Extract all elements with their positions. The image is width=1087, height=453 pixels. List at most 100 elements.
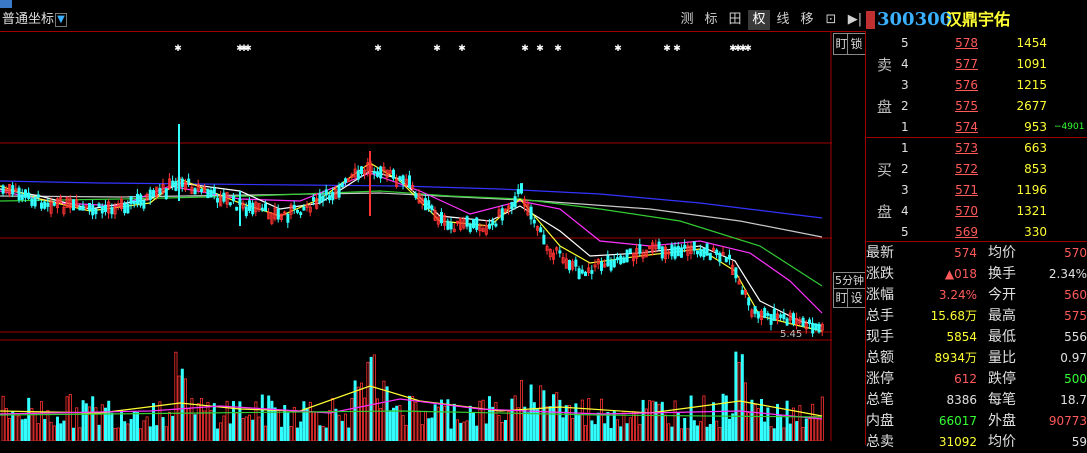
play-button[interactable]: ▶| [844,10,866,30]
candle-body [30,198,34,206]
event-star-icon: ✱ [174,44,182,54]
volume-bar [68,394,72,441]
candle-body [747,297,751,306]
ma-gray-line [0,192,823,238]
volume-bar [776,403,780,441]
candle-body [372,170,376,174]
volume-bar [222,415,226,441]
volume-bar [110,412,114,441]
coordinate-selector[interactable]: 普通坐标 [0,9,54,31]
candle-body [724,257,728,263]
measure-button[interactable]: 测 [676,10,698,30]
candle-body [427,200,431,209]
window-button[interactable]: ⊡ [820,10,842,30]
lock-button[interactable]: 锁 [847,33,866,55]
volume-bar [388,410,392,441]
volume-bar [97,424,101,441]
sell-price: 575 [955,99,978,113]
candle-body [244,206,248,216]
volume-bar [81,400,85,441]
volume-bar [657,403,661,441]
volume-bar [516,407,520,441]
candle-body [209,190,213,198]
volume-bar [580,399,584,441]
event-star-icon: ✱ [554,44,562,54]
candle-body [532,219,536,224]
kline-chart[interactable]: ✱ ✱✱✱ ✱ ✱ ✱ ✱ ✱ ✱ ✱ ✱ ✱ ✱✱✱✱5.45 [0,31,832,441]
candle-body [27,192,31,199]
volume-bar [145,416,149,441]
mark-button[interactable]: 标 [700,10,722,30]
move-button[interactable]: 移 [796,10,818,30]
volume-bar [327,410,331,441]
sell-volume: 1215 [1016,78,1047,92]
grid-button[interactable]: 田 [724,10,746,30]
candle-body [708,252,712,260]
volume-bar [660,401,664,441]
candle-body [164,188,168,200]
volume-bar [14,413,18,441]
volume-bar [311,411,315,441]
candle-body [814,323,818,330]
candle-body [487,223,491,229]
chevron-down-icon[interactable]: ▼ [55,13,67,27]
volume-bar [350,398,354,441]
candle-body [772,308,776,321]
volume-bar [788,423,792,441]
settings-button[interactable]: 设 [847,288,866,308]
candle-body [359,166,363,175]
volume-bar [571,418,575,441]
candle-body [449,222,453,230]
buy-level: 2 [901,162,909,176]
event-star-icon: ✱ [614,44,622,54]
candle-body [577,268,581,280]
buy-price: 572 [955,162,978,176]
candle-body [379,166,383,179]
volume-bar [161,417,165,441]
volume-bar [78,427,82,441]
stat-label: 跌停 [988,371,1016,387]
sell-level: 4 [901,57,909,71]
stat-label: 涨幅 [866,287,894,303]
volume-bar [558,399,562,441]
volume-bar [40,401,44,441]
volume-bar [750,399,754,441]
event-star-icon: ✱ [663,44,671,54]
volume-bar [120,409,124,441]
volume-bar [302,401,306,441]
volume-bar [471,412,475,441]
volume-bar [484,423,488,441]
volume-bar [116,427,120,441]
volume-bar [459,422,463,441]
candle-body [811,322,815,334]
candle-body [46,202,50,207]
volume-bar [260,394,264,441]
buy-level: 1 [901,141,909,155]
volume-bar [763,421,767,441]
buy-volume: 330 [1024,225,1047,239]
stat-label: 最新 [866,245,894,261]
volume-bar [795,421,799,441]
candle-body [97,203,101,207]
volume-bar [100,404,104,441]
line-button[interactable]: 线 [772,10,794,30]
buy-volume: 1321 [1016,204,1047,218]
volume-bar [289,425,293,441]
volume-bar [667,423,671,441]
volume-bar [798,405,802,441]
candle-body [401,175,405,185]
event-star-icon: ✱ [673,44,681,54]
candle-body [510,201,514,210]
candle-body [356,170,360,180]
volume-bar [209,410,213,441]
volume-bar [804,418,808,441]
volume-bar [228,423,232,441]
candle-body [276,208,280,220]
adjust-button[interactable]: 权 [748,10,770,30]
volume-bar [728,418,732,441]
candle-body [235,206,239,211]
stat-value: 8386 [946,393,977,407]
candle-body [391,169,395,179]
volume-bar [337,414,341,441]
stat-label: 换手 [988,266,1016,282]
